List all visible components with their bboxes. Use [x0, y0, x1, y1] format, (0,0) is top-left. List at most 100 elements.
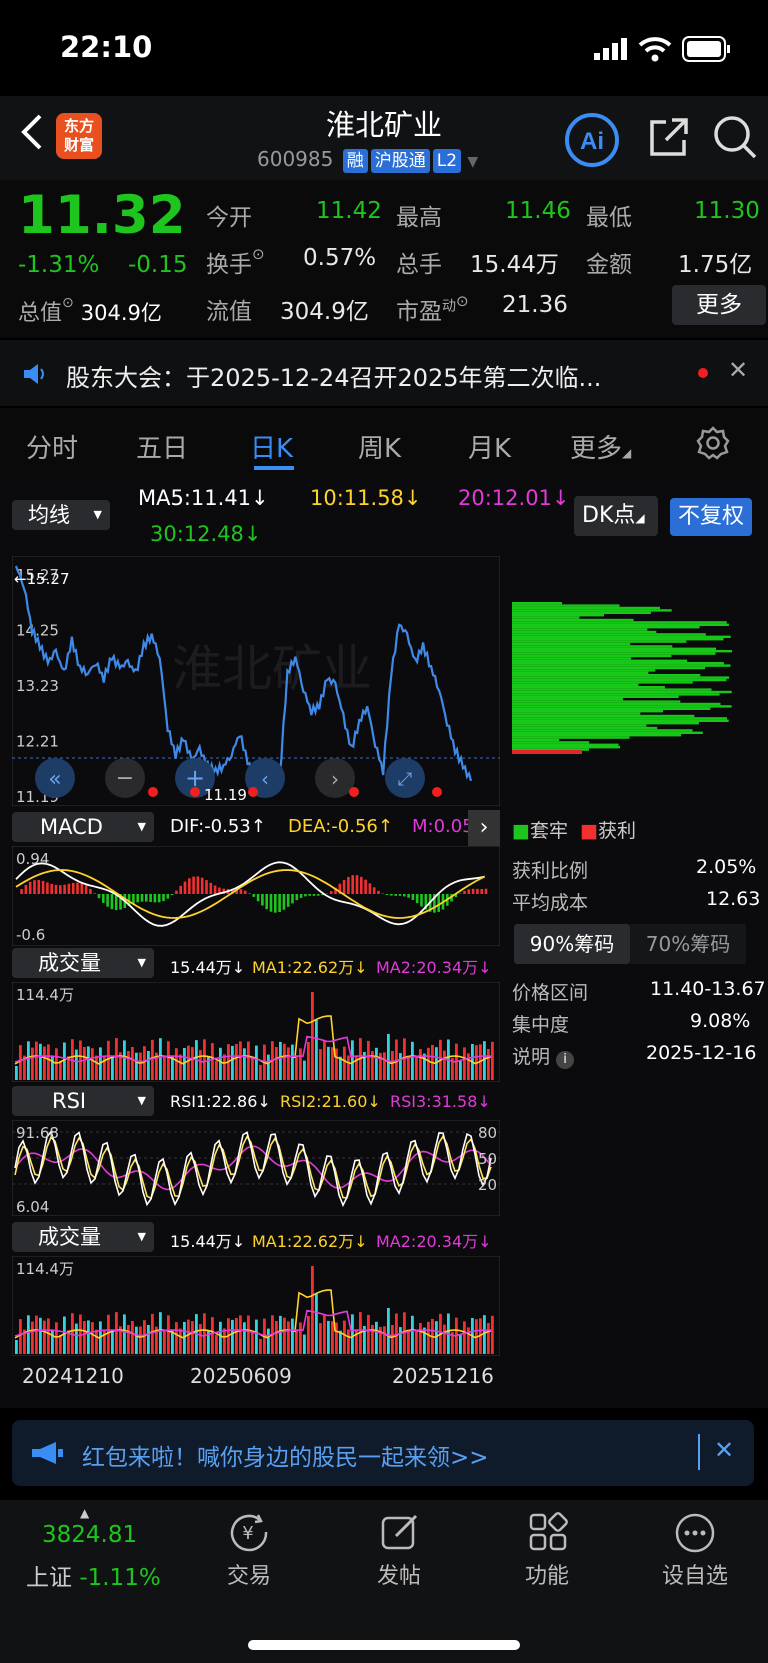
chip-bar — [512, 621, 727, 624]
rsi-chart[interactable]: 91.68 6.04 80 50 20 — [12, 1120, 500, 1216]
volume-ma2: MA2:20.34万↓ — [376, 958, 492, 977]
chip-bar — [512, 669, 656, 672]
macd-bar — [265, 894, 268, 910]
watchlist-nav[interactable] — [674, 1512, 716, 1558]
total-cap-value: 304.9亿 — [80, 301, 162, 325]
tab-weekly-k[interactable]: 周K — [358, 428, 401, 465]
volume-bar — [55, 1322, 58, 1354]
macd-bar — [243, 890, 247, 894]
unread-dot — [698, 368, 708, 378]
nav-function-label[interactable]: 功能 — [492, 1558, 602, 1590]
info-icon[interactable]: i — [556, 1051, 575, 1069]
volume-bar — [487, 1049, 490, 1080]
chip-bar — [512, 705, 732, 708]
volume-bar — [387, 1308, 390, 1354]
search-icon[interactable] — [712, 114, 758, 164]
ma-selector[interactable]: 均线 ▼ — [12, 500, 110, 530]
no-adjust-button[interactable]: 不复权 — [670, 498, 752, 536]
volume-chart[interactable]: 114.4万 — [12, 982, 500, 1082]
rsi-selector[interactable]: RSI ▼ — [12, 1086, 154, 1116]
tab-five-day[interactable]: 五日 — [136, 428, 188, 465]
stock-code-row[interactable]: 600985 融沪股通 L2 ▼ — [257, 147, 478, 173]
volume-bar — [203, 1313, 206, 1354]
trade-nav[interactable]: ¥ — [228, 1512, 272, 1556]
dk-point-button[interactable]: DK点◢ — [574, 496, 658, 536]
function-nav[interactable] — [528, 1512, 568, 1556]
volume-bar — [411, 1315, 414, 1354]
volume-bar — [87, 1046, 90, 1080]
tab-chip-90[interactable]: 90%筹码 — [514, 924, 630, 964]
volume-bar — [327, 1320, 330, 1354]
volume-bar — [55, 1048, 58, 1080]
tab-monthly-k[interactable]: 月K — [468, 428, 511, 465]
volume-bar — [127, 1051, 130, 1080]
promo-banner[interactable]: 红包来啦！喊你身边的股民一起来领>> ✕ — [12, 1420, 754, 1486]
info-icon: ⊙ — [252, 245, 265, 263]
macd-bar — [407, 894, 410, 898]
chip-bar — [512, 700, 681, 703]
nav-watchlist-label[interactable]: 设自选 — [640, 1558, 750, 1590]
macd-bar — [188, 878, 191, 894]
volume-bar — [75, 1323, 78, 1354]
tab-daily-k[interactable]: 日K — [250, 428, 293, 465]
volume-bar — [111, 1330, 114, 1354]
svg-text:−: − — [116, 766, 134, 791]
macd-dif: DIF:-0.53↑ — [170, 816, 266, 837]
volume-bar — [259, 1338, 262, 1354]
last-price: 11.32 — [18, 185, 186, 246]
chip-bar — [512, 654, 672, 658]
volume-bar — [259, 1064, 262, 1080]
nav-trade-label[interactable]: 交易 — [194, 1558, 304, 1590]
ai-icon[interactable]: Ai — [564, 112, 620, 172]
chip-bar — [512, 638, 724, 641]
volume-selector[interactable]: 成交量 ▼ — [12, 948, 154, 978]
chip-bar — [512, 722, 699, 725]
post-nav[interactable] — [380, 1512, 420, 1556]
volume-bar — [331, 1321, 334, 1354]
settings-icon[interactable] — [696, 426, 730, 464]
chip-bar — [512, 662, 724, 665]
ma30-label: 30:12.48↓ — [150, 522, 262, 546]
volume-bar — [419, 1049, 422, 1080]
chip-bar — [512, 710, 664, 713]
macd-bar — [471, 888, 475, 894]
chip-bar — [512, 702, 721, 706]
macd-bar — [24, 884, 28, 894]
nav-post-label[interactable]: 发帖 — [344, 1558, 454, 1590]
volume-bar — [31, 1047, 34, 1080]
macd-chart[interactable]: 0.94 -0.6 — [12, 846, 500, 946]
tag-margin: 融 — [342, 149, 368, 173]
chevron-right-icon[interactable]: › — [468, 810, 500, 846]
macd-bar — [239, 889, 243, 894]
volume-bar — [151, 1039, 154, 1080]
more-button[interactable]: 更多 — [672, 285, 766, 325]
chip-bar — [512, 690, 732, 694]
volume-bar — [91, 1322, 94, 1354]
notice-bar[interactable]: 股东大会：于2025-12-24召开2025年第二次临... ✕ — [0, 340, 768, 406]
volume-bar — [319, 1323, 322, 1354]
index-value[interactable]: 3824.81 — [42, 1522, 137, 1548]
kline-chart[interactable]: 淮北矿业 15.2714.2513.2312.2111.19 « − + ‹ ›… — [12, 556, 500, 806]
tab-chip-70[interactable]: 70%筹码 — [630, 924, 746, 964]
triangle-icon: ▼ — [137, 956, 146, 969]
tab-more[interactable]: 更多◢ — [570, 428, 631, 465]
trade-icon: ¥ — [230, 1514, 268, 1552]
triangle-icon: ▼ — [137, 820, 146, 833]
volume-bar — [47, 1044, 50, 1080]
macd-bar — [192, 876, 195, 894]
volume2-selector[interactable]: 成交量 ▼ — [12, 1222, 154, 1252]
close-icon[interactable]: ✕ — [728, 356, 748, 384]
macd-selector[interactable]: MACD ▼ — [12, 812, 154, 842]
volume-bar — [151, 1313, 154, 1354]
volume-bar — [31, 1321, 34, 1354]
macd-bar — [114, 894, 118, 911]
close-icon[interactable]: ✕ — [714, 1436, 734, 1464]
volume-bar — [235, 1318, 238, 1354]
macd-bar — [437, 894, 440, 912]
index-quote[interactable]: 上证 -1.11% — [26, 1558, 161, 1592]
volume2-chart[interactable]: 114.4万 — [12, 1256, 500, 1356]
macd-bar — [372, 887, 376, 894]
share-icon[interactable] — [646, 116, 690, 164]
volume-bar — [135, 1326, 138, 1354]
tab-intraday[interactable]: 分时 — [26, 428, 78, 465]
